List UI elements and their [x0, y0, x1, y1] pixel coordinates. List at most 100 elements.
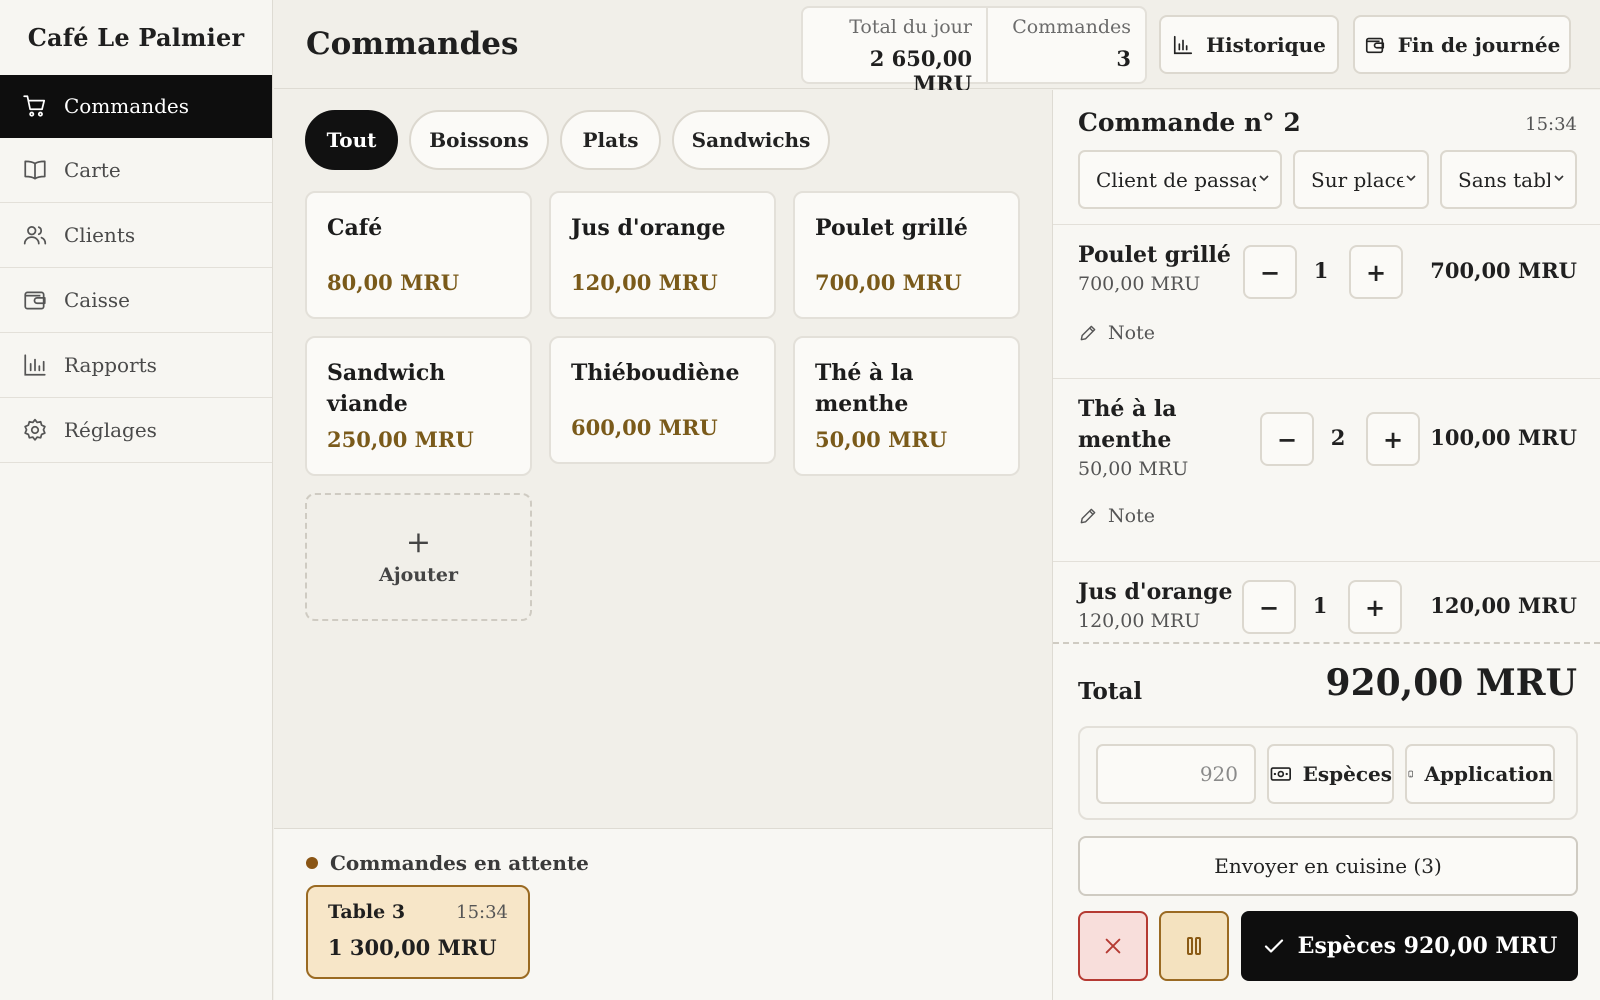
daily-total-value: 2 650,00 MRU: [869, 46, 972, 96]
book-icon: [22, 157, 48, 183]
product-card-cafe[interactable]: Café 80,00 MRU: [305, 191, 532, 319]
history-button[interactable]: Historique: [1159, 15, 1339, 74]
sidebar-item-label: Rapports: [64, 353, 157, 377]
sidebar-item-rapports[interactable]: Rapports: [0, 333, 272, 398]
table-select-value: Sans table: [1458, 167, 1550, 192]
end-of-day-button[interactable]: Fin de journée: [1353, 15, 1571, 74]
gear-icon: [22, 417, 48, 443]
plus-icon: +: [405, 525, 432, 560]
amount-received-input[interactable]: [1096, 744, 1256, 804]
status-dot-icon: [306, 857, 318, 869]
add-note-button[interactable]: Note: [1078, 322, 1155, 344]
category-tab-dishes[interactable]: Plats: [560, 110, 661, 170]
payment-box: Espèces Application: [1078, 726, 1578, 820]
sidebar-item-clients[interactable]: Clients: [0, 203, 272, 268]
bar-chart-icon: [22, 352, 48, 378]
order-total-value: 920,00 MRU: [1325, 662, 1577, 704]
chevron-down-icon: [1256, 170, 1272, 186]
sidebar-item-label: Carte: [64, 158, 121, 182]
confirm-payment-button[interactable]: Espèces 920,00 MRU: [1241, 911, 1578, 981]
order-line-unit-price: 700,00 MRU: [1078, 273, 1201, 295]
current-order-panel: Commande n° 2 15:34 Client de passage Su…: [1052, 90, 1600, 1000]
increase-qty-button[interactable]: +: [1348, 580, 1402, 634]
pending-ticket[interactable]: Table 3 15:34 1 300,00 MRU: [306, 885, 530, 979]
close-icon: [1105, 938, 1121, 954]
decrease-qty-button[interactable]: −: [1242, 580, 1296, 634]
decrease-qty-button[interactable]: −: [1243, 245, 1297, 299]
chevron-down-icon: [1403, 170, 1419, 186]
wallet-icon: [1365, 37, 1384, 53]
increase-qty-button[interactable]: +: [1366, 412, 1420, 466]
category-tab-all[interactable]: Tout: [305, 110, 398, 170]
pause-icon: [1187, 937, 1201, 955]
product-card-jus-orange[interactable]: Jus d'orange 120,00 MRU: [549, 191, 776, 319]
hold-order-button[interactable]: [1159, 911, 1229, 981]
product-card-thieboudiene[interactable]: Thiéboudiène 600,00 MRU: [549, 336, 776, 464]
category-tab-label: Sandwichs: [691, 128, 811, 152]
pencil-icon: [1080, 508, 1096, 524]
product-name: Café: [327, 215, 383, 241]
pending-orders-title-text: Commandes en attente: [330, 851, 589, 875]
order-line-unit-price: 50,00 MRU: [1078, 458, 1189, 480]
category-tab-sandwiches[interactable]: Sandwichs: [672, 110, 830, 170]
page-title: Commandes: [306, 26, 519, 62]
cash-payment-label: Espèces: [1302, 762, 1392, 786]
order-line-unit-price: 120,00 MRU: [1078, 610, 1201, 632]
increase-qty-button[interactable]: +: [1349, 245, 1403, 299]
sidebar-item-label: Clients: [64, 223, 136, 247]
confirm-payment-label: Espèces 920,00 MRU: [1297, 933, 1558, 959]
send-to-kitchen-button[interactable]: Envoyer en cuisine (3): [1078, 836, 1578, 896]
sidebar-item-label: Caisse: [64, 288, 130, 312]
daily-stats: Total du jour 2 650,00 MRU Commandes 3: [801, 6, 1147, 96]
sidebar-item-reglages[interactable]: Réglages: [0, 398, 272, 463]
product-name: Thiéboudiène: [571, 360, 740, 386]
sidebar-item-caisse[interactable]: Caisse: [0, 268, 272, 333]
product-price: 120,00 MRU: [571, 270, 718, 295]
page-header: Commandes Total du jour 2 650,00 MRU Com…: [274, 0, 1600, 96]
orders-count-label: Commandes: [1012, 16, 1131, 38]
category-tab-drinks[interactable]: Boissons: [409, 110, 549, 170]
service-mode-value: Sur place: [1311, 167, 1408, 192]
note-label: Note: [1108, 505, 1155, 527]
order-line-total: 120,00 MRU: [1430, 593, 1577, 618]
decrease-qty-button[interactable]: −: [1260, 412, 1314, 466]
cash-payment-button[interactable]: Espèces: [1267, 744, 1394, 804]
pending-orders-title: Commandes en attente: [306, 851, 589, 875]
product-price: 700,00 MRU: [815, 270, 962, 295]
divider: [1053, 561, 1600, 562]
wallet-icon: [22, 287, 48, 313]
order-line-qty: 1: [1313, 258, 1329, 283]
cancel-order-button[interactable]: [1078, 911, 1148, 981]
add-product-button[interactable]: + Ajouter: [305, 493, 532, 621]
divider: [1053, 224, 1600, 225]
order-line-name: Poulet grillé: [1078, 242, 1231, 268]
table-select[interactable]: Sans table: [1440, 150, 1577, 209]
product-price: 50,00 MRU: [815, 427, 948, 452]
product-card-the-menthe[interactable]: Thé à la menthe 50,00 MRU: [793, 336, 1020, 476]
app-payment-button[interactable]: Application: [1405, 744, 1555, 804]
sidebar-item-label: Réglages: [64, 418, 157, 442]
product-name: Jus d'orange: [571, 215, 726, 241]
ticket-time: 15:34: [456, 902, 508, 923]
pending-orders: Commandes en attente Table 3 15:34 1 300…: [274, 828, 1052, 1000]
order-line-total: 100,00 MRU: [1430, 425, 1577, 450]
product-card-sandwich-viande[interactable]: Sandwich viande 250,00 MRU: [305, 336, 532, 476]
send-to-kitchen-label: Envoyer en cuisine (3): [1214, 854, 1442, 878]
client-select[interactable]: Client de passage: [1078, 150, 1282, 209]
sidebar-item-commandes[interactable]: Commandes: [0, 75, 272, 138]
product-catalog: Tout Boissons Plats Sandwichs Café 80,00…: [274, 90, 1052, 828]
orders-count-stat: Commandes 3: [988, 8, 1145, 82]
order-time: 15:34: [1525, 114, 1577, 135]
chevron-down-icon: [1551, 170, 1567, 186]
product-card-poulet-grille[interactable]: Poulet grillé 700,00 MRU: [793, 191, 1020, 319]
category-tab-label: Boissons: [429, 128, 529, 152]
product-price: 250,00 MRU: [327, 427, 474, 452]
add-note-button[interactable]: Note: [1078, 505, 1155, 527]
sidebar-item-carte[interactable]: Carte: [0, 138, 272, 203]
product-name: Thé à la menthe: [815, 360, 914, 417]
service-mode-select[interactable]: Sur place: [1293, 150, 1429, 209]
order-line-qty: 2: [1330, 425, 1346, 450]
product-name: Poulet grillé: [815, 215, 968, 241]
sidebar-item-label: Commandes: [64, 94, 189, 118]
pencil-icon: [1080, 325, 1096, 341]
